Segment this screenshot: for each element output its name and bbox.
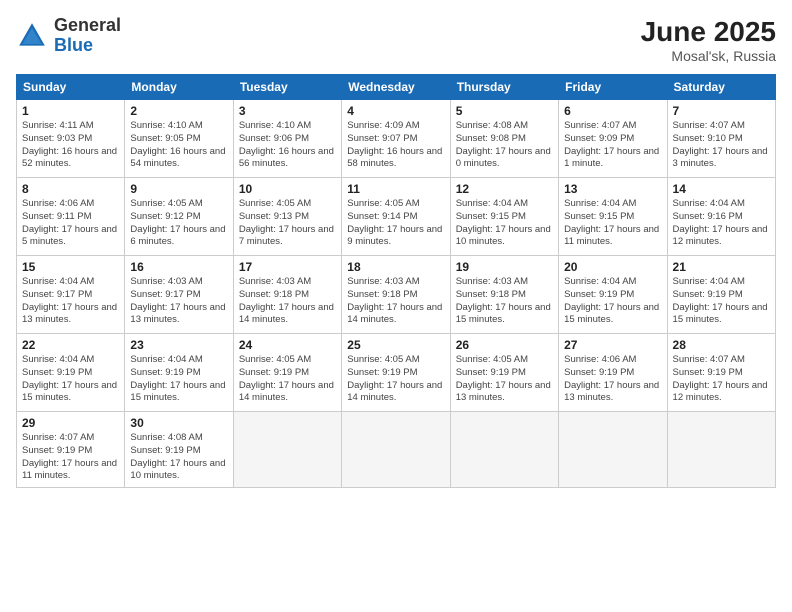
day-7: 7 Sunrise: 4:07 AMSunset: 9:10 PMDayligh… [667,100,775,178]
week-row-5: 29 Sunrise: 4:07 AMSunset: 9:19 PMDaylig… [17,412,776,488]
day-9: 9 Sunrise: 4:05 AMSunset: 9:12 PMDayligh… [125,178,233,256]
header-tuesday: Tuesday [233,75,341,100]
title-block: June 2025 Mosal'sk, Russia [641,16,776,64]
day-21: 21 Sunrise: 4:04 AMSunset: 9:19 PMDaylig… [667,256,775,334]
day-30: 30 Sunrise: 4:08 AMSunset: 9:19 PMDaylig… [125,412,233,488]
day-11: 11 Sunrise: 4:05 AMSunset: 9:14 PMDaylig… [342,178,450,256]
day-28: 28 Sunrise: 4:07 AMSunset: 9:19 PMDaylig… [667,334,775,412]
day-8: 8 Sunrise: 4:06 AMSunset: 9:11 PMDayligh… [17,178,125,256]
header-sunday: Sunday [17,75,125,100]
day-18: 18 Sunrise: 4:03 AMSunset: 9:18 PMDaylig… [342,256,450,334]
page: General Blue June 2025 Mosal'sk, Russia … [0,0,792,612]
day-6: 6 Sunrise: 4:07 AMSunset: 9:09 PMDayligh… [559,100,667,178]
day-17: 17 Sunrise: 4:03 AMSunset: 9:18 PMDaylig… [233,256,341,334]
day-20: 20 Sunrise: 4:04 AMSunset: 9:19 PMDaylig… [559,256,667,334]
header-friday: Friday [559,75,667,100]
logo-general-text: General [54,16,121,36]
day-13: 13 Sunrise: 4:04 AMSunset: 9:15 PMDaylig… [559,178,667,256]
week-row-3: 15 Sunrise: 4:04 AMSunset: 9:17 PMDaylig… [17,256,776,334]
day-3: 3 Sunrise: 4:10 AMSunset: 9:06 PMDayligh… [233,100,341,178]
logo-icon [16,20,48,52]
day-19: 19 Sunrise: 4:03 AMSunset: 9:18 PMDaylig… [450,256,558,334]
day-27: 27 Sunrise: 4:06 AMSunset: 9:19 PMDaylig… [559,334,667,412]
empty-cell-3 [450,412,558,488]
week-row-2: 8 Sunrise: 4:06 AMSunset: 9:11 PMDayligh… [17,178,776,256]
week-row-4: 22 Sunrise: 4:04 AMSunset: 9:19 PMDaylig… [17,334,776,412]
empty-cell-1 [233,412,341,488]
day-22: 22 Sunrise: 4:04 AMSunset: 9:19 PMDaylig… [17,334,125,412]
empty-cell-2 [342,412,450,488]
day-24: 24 Sunrise: 4:05 AMSunset: 9:19 PMDaylig… [233,334,341,412]
day-25: 25 Sunrise: 4:05 AMSunset: 9:19 PMDaylig… [342,334,450,412]
month-year: June 2025 [641,16,776,48]
location: Mosal'sk, Russia [641,48,776,64]
day-23: 23 Sunrise: 4:04 AMSunset: 9:19 PMDaylig… [125,334,233,412]
day-29: 29 Sunrise: 4:07 AMSunset: 9:19 PMDaylig… [17,412,125,488]
day-15: 15 Sunrise: 4:04 AMSunset: 9:17 PMDaylig… [17,256,125,334]
day-5: 5 Sunrise: 4:08 AMSunset: 9:08 PMDayligh… [450,100,558,178]
empty-cell-4 [559,412,667,488]
day-14: 14 Sunrise: 4:04 AMSunset: 9:16 PMDaylig… [667,178,775,256]
day-1: 1 Sunrise: 4:11 AMSunset: 9:03 PMDayligh… [17,100,125,178]
day-4: 4 Sunrise: 4:09 AMSunset: 9:07 PMDayligh… [342,100,450,178]
calendar: Sunday Monday Tuesday Wednesday Thursday… [16,74,776,488]
logo-blue-text: Blue [54,36,121,56]
header-monday: Monday [125,75,233,100]
header: General Blue June 2025 Mosal'sk, Russia [16,16,776,64]
day-2: 2 Sunrise: 4:10 AMSunset: 9:05 PMDayligh… [125,100,233,178]
header-wednesday: Wednesday [342,75,450,100]
weekday-header-row: Sunday Monday Tuesday Wednesday Thursday… [17,75,776,100]
empty-cell-5 [667,412,775,488]
day-26: 26 Sunrise: 4:05 AMSunset: 9:19 PMDaylig… [450,334,558,412]
logo: General Blue [16,16,121,56]
week-row-1: 1 Sunrise: 4:11 AMSunset: 9:03 PMDayligh… [17,100,776,178]
header-thursday: Thursday [450,75,558,100]
day-12: 12 Sunrise: 4:04 AMSunset: 9:15 PMDaylig… [450,178,558,256]
header-saturday: Saturday [667,75,775,100]
day-10: 10 Sunrise: 4:05 AMSunset: 9:13 PMDaylig… [233,178,341,256]
day-16: 16 Sunrise: 4:03 AMSunset: 9:17 PMDaylig… [125,256,233,334]
